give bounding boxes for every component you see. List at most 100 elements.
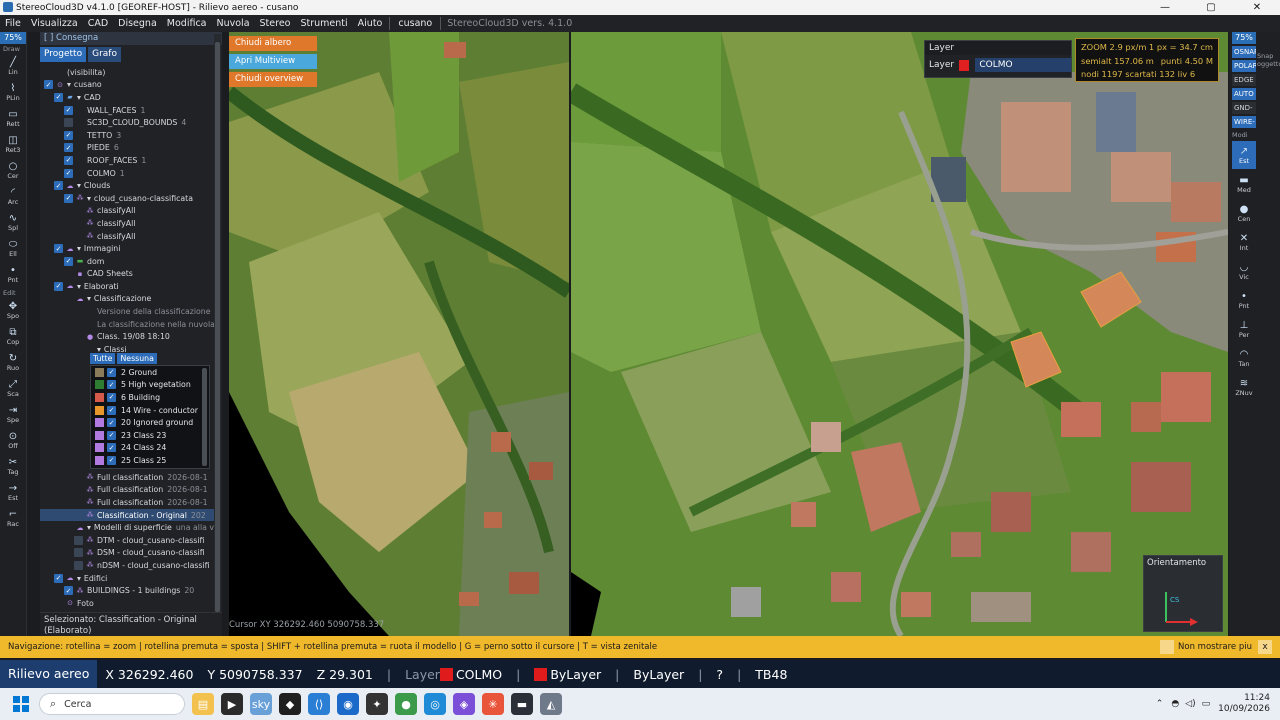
expand-arrow-icon[interactable]: ▾ — [87, 523, 91, 532]
tool-tag-button[interactable]: ✂ Tag — [0, 454, 26, 479]
snap-mode-tan-button[interactable]: ◠ Tan — [1232, 344, 1256, 372]
menu-item-visualizza[interactable]: Visualizza — [26, 18, 83, 29]
class-checkbox[interactable]: ✓ — [107, 443, 116, 453]
tool-spo-button[interactable]: ✥ Spo — [0, 298, 26, 323]
class-row[interactable]: ✓ 5 High vegetation — [91, 379, 209, 392]
taskbar-app-icon[interactable]: ● — [395, 693, 417, 715]
class-checkbox[interactable]: ✓ — [107, 418, 116, 428]
tree-row[interactable]: ✓ ☁ ▾ Edifici — [40, 572, 218, 585]
tree-row[interactable]: (visibilita) — [40, 66, 218, 79]
snap-mode-est-button[interactable]: ↗ Est — [1232, 141, 1256, 169]
taskbar-app-icon[interactable]: ◈ — [453, 693, 475, 715]
taskbar-app-icon[interactable]: ✦ — [366, 693, 388, 715]
taskbar-app-icon[interactable]: ⟨⟩ — [308, 693, 330, 715]
select-all-classes-button[interactable]: Tutte — [90, 353, 116, 364]
class-row[interactable]: ✓ 25 Class 25 — [91, 454, 209, 467]
clock-date[interactable]: 10/09/2026 — [1218, 704, 1270, 715]
class-row[interactable]: ✓ 14 Wire - conductor — [91, 404, 209, 417]
tool-cer-button[interactable]: ○ Cer — [0, 158, 26, 183]
visibility-checkbox[interactable]: ✓ — [54, 181, 63, 191]
menu-item-file[interactable]: File — [0, 18, 26, 29]
class-checkbox[interactable]: ✓ — [107, 405, 116, 415]
snap-mode-cen-button[interactable]: ● Cen — [1232, 199, 1256, 227]
visibility-checkbox[interactable] — [74, 548, 83, 558]
tree-row[interactable]: ✓ ▬ dom — [40, 255, 218, 268]
tool-plin-button[interactable]: ⌇ PLin — [0, 80, 26, 105]
clock-time[interactable]: 11:24 — [1218, 693, 1270, 704]
class-row[interactable]: ✓ 20 Ignored ground — [91, 416, 209, 429]
status-linetype[interactable]: ByLayer — [633, 667, 684, 682]
tool-est-button[interactable]: → Est — [0, 480, 26, 505]
class-checkbox[interactable]: ✓ — [107, 455, 116, 465]
taskbar-app-icon[interactable]: ◎ — [424, 693, 446, 715]
layer-selector[interactable]: Layer Layer COLMO — [924, 40, 1072, 78]
network-icon[interactable]: ◓ — [1171, 699, 1179, 709]
expand-arrow-icon[interactable]: ▾ — [87, 194, 91, 203]
tool-sca-button[interactable]: ⤢ Sca — [0, 376, 26, 401]
class-row[interactable]: ✓ 23 Class 23 — [91, 429, 209, 442]
snap-osnap-toggle[interactable]: OSNAP — [1232, 46, 1256, 58]
tree-row[interactable]: ✓ ☁ ▾ Elaborati — [40, 280, 218, 293]
tree-row[interactable]: ⊙ Foto — [40, 597, 218, 610]
layer-dropdown[interactable]: COLMO — [975, 58, 1071, 72]
visibility-checkbox[interactable]: ✓ — [44, 80, 53, 90]
visibility-checkbox[interactable]: ✓ — [64, 105, 73, 115]
tray-chevron-icon[interactable]: ⌃ — [1156, 699, 1164, 709]
expand-arrow-icon[interactable]: ▾ — [77, 93, 81, 102]
taskbar-app-icon[interactable]: ✳ — [482, 693, 504, 715]
visibility-checkbox[interactable]: ✓ — [54, 281, 63, 291]
tree-row[interactable]: SC3D_CLOUD_BOUNDS 4 — [40, 116, 218, 129]
overview-viewport[interactable]: Chiudi albero scenaApri Multiview Chiudi … — [229, 32, 569, 636]
tree-row[interactable]: Versione della classificazione — [40, 305, 218, 318]
visibility-checkbox[interactable]: ✓ — [54, 92, 63, 102]
tool-lin-button[interactable]: ╱ Lin — [0, 54, 26, 79]
visibility-checkbox[interactable]: ✓ — [64, 586, 73, 596]
menu-item-aiuto[interactable]: Aiuto — [353, 18, 388, 29]
menu-item-cad[interactable]: CAD — [83, 18, 113, 29]
panel-scrollbar[interactable] — [214, 34, 221, 634]
snap-gnd-z-toggle[interactable]: GND-Z — [1232, 102, 1256, 114]
select-none-classes-button[interactable]: Nessuna — [117, 353, 157, 364]
status-color[interactable]: ByLayer — [534, 667, 601, 682]
open-multiview-button[interactable]: Apri Multiview — [229, 54, 317, 69]
snap-mode-per-button[interactable]: ⊥ Per — [1232, 315, 1256, 343]
taskbar-app-icon[interactable]: ▬ — [511, 693, 533, 715]
status-layer[interactable]: Layer COLMO — [405, 667, 502, 682]
tree-row[interactable]: ⁂ classifyAll — [40, 217, 218, 230]
tree-row[interactable]: ⁂ Classification - Original 202 — [40, 508, 218, 522]
minimize-button[interactable]: — — [1142, 2, 1188, 13]
class-checkbox[interactable]: ✓ — [107, 380, 116, 390]
tree-row[interactable]: ✓ ROOF_FACES 1 — [40, 154, 218, 167]
tree-row[interactable]: ⁂ Full classification 2026-08-1 — [40, 496, 218, 509]
tree-row[interactable]: ✓ TETTO 3 — [40, 129, 218, 142]
maximize-button[interactable]: ▢ — [1188, 2, 1234, 13]
tree-row[interactable]: ⁂ DSM - cloud_cusano-classifi — [40, 547, 218, 560]
taskbar-app-icon[interactable]: ▤ — [192, 693, 214, 715]
mode-indicator[interactable]: Rilievo aereo — [0, 660, 98, 688]
tree-row[interactable]: ⁂ Full classification 2026-08-1 — [40, 484, 218, 497]
expand-arrow-icon[interactable]: ▾ — [77, 181, 81, 190]
visibility-checkbox[interactable]: ✓ — [64, 130, 73, 140]
tree-row[interactable]: ✓ ⁂ ▾ cloud_cusano-classificata — [40, 192, 218, 205]
tree-row[interactable]: ✓ ☁ ▾ Immagini — [40, 242, 218, 255]
menu-item-disegna[interactable]: Disegna — [113, 18, 162, 29]
tree-row[interactable]: ▪ CAD Sheets — [40, 268, 218, 281]
snap-mode-znuv-button[interactable]: ≋ ZNuv — [1232, 373, 1256, 401]
snap-polar-toggle[interactable]: POLAR — [1232, 60, 1256, 72]
snap-mode-vic-button[interactable]: ◡ Vic — [1232, 257, 1256, 285]
snap-edge-toggle[interactable]: EDGE — [1232, 74, 1256, 86]
close-button[interactable]: ✕ — [1234, 2, 1280, 13]
close-overview-button[interactable]: Chiudi overview — [229, 72, 317, 87]
zoom-level-badge[interactable]: 75% — [0, 32, 26, 44]
taskbar-app-icon[interactable]: ▶ — [221, 693, 243, 715]
visibility-checkbox[interactable]: ✓ — [64, 168, 73, 178]
tool-ell-button[interactable]: ⬭ Ell — [0, 236, 26, 261]
visibility-checkbox[interactable] — [64, 118, 73, 128]
tool-ret3-button[interactable]: ◫ Ret3 — [0, 132, 26, 157]
tree-row[interactable]: ✓ ☁ ▾ Clouds — [40, 179, 218, 192]
menu-item-stereo[interactable]: Stereo — [255, 18, 296, 29]
tool-rett-button[interactable]: ▭ Rett — [0, 106, 26, 131]
visibility-checkbox[interactable]: ✓ — [64, 155, 73, 165]
class-row[interactable]: ✓ 2 Ground — [91, 366, 209, 379]
visibility-checkbox[interactable]: ✓ — [54, 244, 63, 254]
